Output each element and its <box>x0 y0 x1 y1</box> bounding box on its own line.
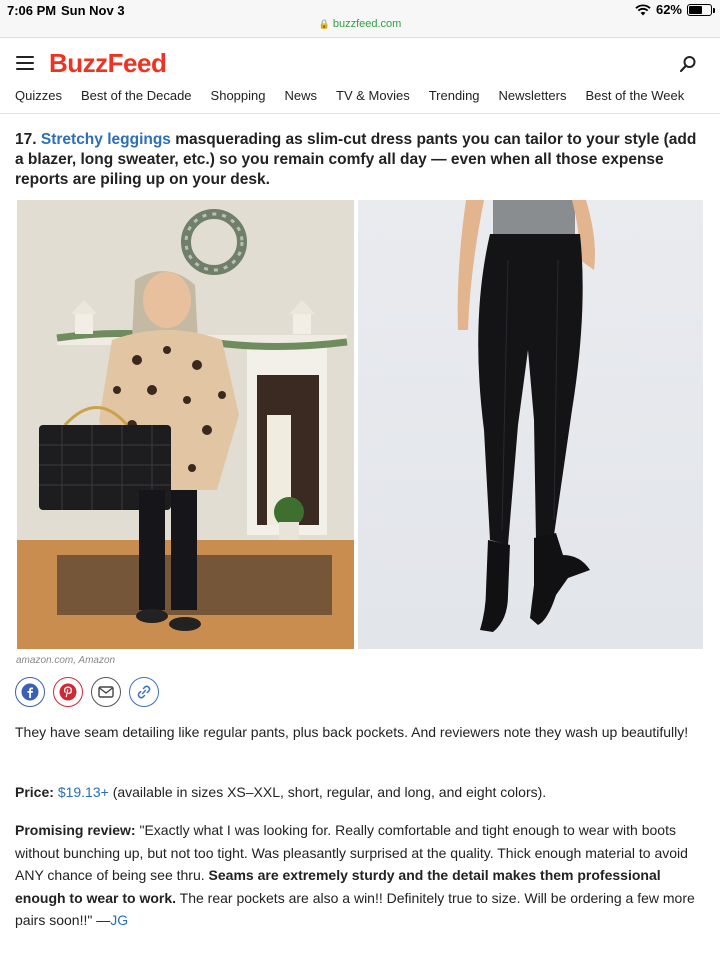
url-text: buzzfeed.com <box>332 18 402 30</box>
nav-item-news[interactable]: News <box>285 88 318 103</box>
main-nav: Quizzes Best of the Decade Shopping News… <box>15 88 703 103</box>
item-headline: 17. Stretchy leggings masquerading as sl… <box>15 130 707 190</box>
nav-item-newsletters[interactable]: Newsletters <box>499 88 567 103</box>
price-label: Price: <box>15 784 54 800</box>
price-line: Price: $19.13+ (available in sizes XS–XX… <box>15 781 707 804</box>
search-icon[interactable] <box>678 54 698 74</box>
nav-item-best-of-the-week[interactable]: Best of the Week <box>585 88 684 103</box>
share-facebook-button[interactable] <box>15 677 45 707</box>
product-link[interactable]: Stretchy leggings <box>41 131 171 148</box>
review-author-link[interactable]: JG <box>110 912 128 928</box>
lock-icon: 🔒 <box>318 19 330 29</box>
copy-link-button[interactable] <box>129 677 159 707</box>
battery-percent: 62% <box>655 2 682 17</box>
nav-item-shopping[interactable]: Shopping <box>211 88 266 103</box>
nav-item-quizzes[interactable]: Quizzes <box>15 88 62 103</box>
share-email-button[interactable] <box>91 677 121 707</box>
facebook-icon <box>21 683 39 701</box>
share-pinterest-button[interactable] <box>53 677 83 707</box>
model-photo-illustration <box>457 200 595 632</box>
customer-photo-illustration <box>17 200 354 649</box>
link-icon <box>137 685 151 699</box>
product-description: They have seam detailing like regular pa… <box>15 724 689 740</box>
review-label: Promising review: <box>15 822 136 838</box>
menu-icon[interactable] <box>16 56 34 70</box>
address-bar[interactable]: 🔒 buzzfeed.com <box>0 18 720 30</box>
price-details: (available in sizes XS–XXL, short, regul… <box>108 784 547 800</box>
mail-icon <box>98 686 114 698</box>
image-credit: amazon.com, Amazon <box>16 655 116 666</box>
battery-level <box>689 5 703 14</box>
site-header: BuzzFeed Quizzes Best of the Decade Shop… <box>0 38 720 114</box>
status-bar: 7:06 PM Sun Nov 3 62% 🔒 buzzfeed.com <box>0 0 720 38</box>
review-paragraph: Promising review: "Exactly what I was lo… <box>15 819 707 932</box>
status-time: 7:06 PM <box>7 3 57 18</box>
wifi-icon <box>635 3 651 15</box>
battery-icon <box>687 3 715 16</box>
share-buttons <box>15 677 159 707</box>
item-number: 17. <box>15 131 37 148</box>
price-link[interactable]: $19.13+ <box>58 784 109 800</box>
status-indicators: 62% <box>635 2 715 17</box>
buzzfeed-logo[interactable]: BuzzFeed <box>49 48 167 79</box>
product-photo-customer[interactable] <box>17 200 354 649</box>
nav-item-tv-movies[interactable]: TV & Movies <box>336 88 410 103</box>
nav-item-best-of-the-decade[interactable]: Best of the Decade <box>81 88 192 103</box>
product-photo-model[interactable] <box>358 200 703 649</box>
pinterest-icon <box>59 683 77 701</box>
nav-item-trending[interactable]: Trending <box>429 88 480 103</box>
status-date: Sun Nov 3 <box>61 3 125 18</box>
